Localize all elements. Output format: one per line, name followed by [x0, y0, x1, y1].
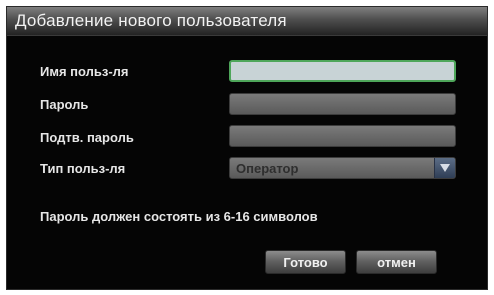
username-input[interactable] — [229, 60, 456, 82]
user-type-select[interactable]: Оператор — [229, 157, 456, 179]
dialog-titlebar: Добавление нового пользователя — [7, 7, 487, 36]
dialog-title: Добавление нового пользователя — [15, 11, 287, 30]
password-length-hint: Пароль должен состоять из 6-16 символов — [40, 209, 318, 224]
user-type-value: Оператор — [236, 161, 299, 176]
dropdown-button[interactable] — [434, 158, 455, 178]
user-type-label: Тип польз-ля — [40, 161, 126, 176]
username-label: Имя польз-ля — [40, 64, 129, 79]
done-button[interactable]: Готово — [265, 250, 346, 274]
confirm-password-input[interactable] — [229, 125, 456, 147]
cancel-button[interactable]: отмен — [356, 250, 437, 274]
password-input[interactable] — [229, 93, 456, 115]
password-label: Пароль — [40, 97, 89, 112]
confirm-password-label: Подтв. пароль — [40, 130, 134, 145]
add-user-dialog: Добавление нового пользователя Имя польз… — [6, 6, 488, 290]
chevron-down-icon — [440, 164, 450, 172]
